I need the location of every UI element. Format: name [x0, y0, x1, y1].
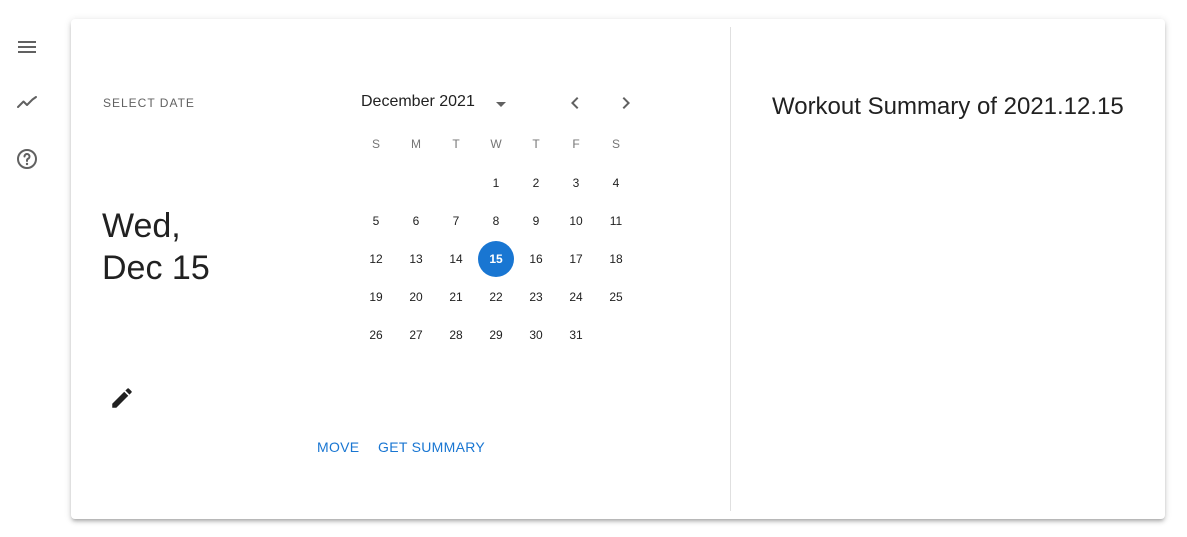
- calendar-day[interactable]: 17: [558, 241, 594, 277]
- get-summary-button[interactable]: GET SUMMARY: [378, 439, 485, 455]
- calendar-day[interactable]: 6: [398, 203, 434, 239]
- calendar-day[interactable]: 5: [358, 203, 394, 239]
- next-month-button[interactable]: [614, 91, 638, 115]
- weekday-header: SMTWTFS: [356, 137, 636, 153]
- chevron-left-icon: [571, 97, 579, 109]
- calendar-day[interactable]: 10: [558, 203, 594, 239]
- help-circle-icon[interactable]: [15, 147, 39, 171]
- calendar-day[interactable]: 22: [478, 279, 514, 315]
- calendar-day-selected[interactable]: 15: [478, 241, 514, 277]
- pencil-icon: [112, 388, 132, 408]
- menu-icon[interactable]: [15, 35, 39, 59]
- calendar-day[interactable]: 20: [398, 279, 434, 315]
- selected-weekday: Wed,: [102, 207, 181, 245]
- chevron-right-icon: [622, 97, 630, 109]
- calendar-day[interactable]: 2: [518, 165, 554, 201]
- caret-down-icon[interactable]: [489, 92, 513, 116]
- calendar-day[interactable]: 18: [598, 241, 634, 277]
- calendar-day[interactable]: 9: [518, 203, 554, 239]
- calendar-day[interactable]: 14: [438, 241, 474, 277]
- select-date-label: SELECT DATE: [103, 96, 195, 110]
- calendar-day[interactable]: 31: [558, 317, 594, 353]
- calendar-day[interactable]: 24: [558, 279, 594, 315]
- selected-date: Dec 15: [102, 249, 210, 287]
- calendar-day[interactable]: 30: [518, 317, 554, 353]
- weekday-label: F: [572, 137, 580, 151]
- weekday-label: T: [452, 137, 460, 151]
- main-card: SELECT DATE Wed, Dec 15 December 2021 S M…: [71, 19, 1165, 519]
- calendar-day[interactable]: 27: [398, 317, 434, 353]
- weekday-label: S: [611, 137, 620, 151]
- calendar-day[interactable]: 26: [358, 317, 394, 353]
- weekday-label: T: [532, 137, 540, 151]
- calendar-day[interactable]: 3: [558, 165, 594, 201]
- calendar-day[interactable]: 13: [398, 241, 434, 277]
- prev-month-button[interactable]: [563, 91, 587, 115]
- calendar-day[interactable]: 28: [438, 317, 474, 353]
- panel-divider: [730, 27, 731, 511]
- edit-date-button[interactable]: [109, 385, 135, 411]
- month-year-selector[interactable]: December 2021: [361, 93, 475, 111]
- calendar-day[interactable]: 21: [438, 279, 474, 315]
- weekday-label: W: [490, 137, 502, 151]
- calendar-day[interactable]: 11: [598, 203, 634, 239]
- calendar-day[interactable]: 29: [478, 317, 514, 353]
- calendar-day[interactable]: 8: [478, 203, 514, 239]
- weekday-label: M: [411, 137, 421, 151]
- calendar-day[interactable]: 4: [598, 165, 634, 201]
- calendar-days-grid: 1 2 3 4 5 6 7 8 9 10 11 12 13 14 15 16 17 18 19 20 21 22 23 24 2…: [356, 165, 636, 355]
- calendar-day[interactable]: 19: [358, 279, 394, 315]
- calendar-day[interactable]: 1: [478, 165, 514, 201]
- workout-summary-title: Workout Summary of 2021.12.15: [772, 93, 1124, 120]
- calendar-day[interactable]: 12: [358, 241, 394, 277]
- calendar-day[interactable]: 16: [518, 241, 554, 277]
- sidebar: [0, 0, 56, 537]
- weekday-label: S: [371, 137, 380, 151]
- calendar-day[interactable]: 25: [598, 279, 634, 315]
- calendar-day[interactable]: 23: [518, 279, 554, 315]
- trending-icon[interactable]: [15, 90, 39, 114]
- move-button[interactable]: MOVE: [317, 439, 359, 455]
- selected-date-display: Wed, Dec 15: [102, 205, 210, 289]
- calendar-day[interactable]: 7: [438, 203, 474, 239]
